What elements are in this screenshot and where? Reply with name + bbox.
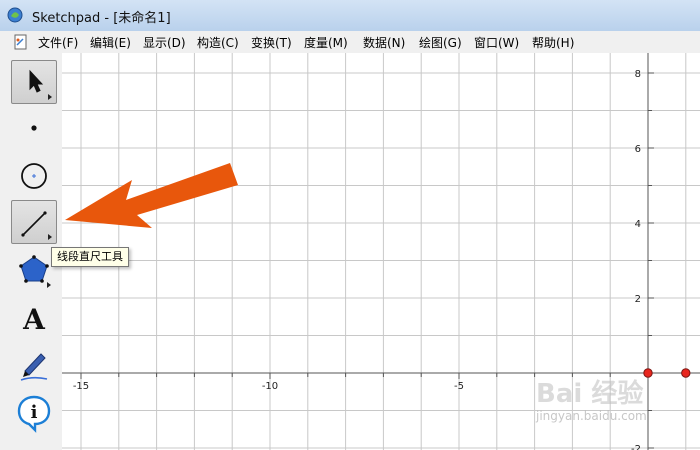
arrow-select-tool[interactable] <box>11 60 57 104</box>
tool-tooltip: 线段直尺工具 <box>51 247 129 267</box>
text-tool[interactable]: A <box>11 296 57 340</box>
compass-tool[interactable] <box>11 153 57 197</box>
x-tick-label: -15 <box>73 381 89 392</box>
y-tick-label: 4 <box>635 219 641 230</box>
marker-tool[interactable] <box>11 343 57 387</box>
menu-transform[interactable]: 变换(T) <box>251 34 292 51</box>
letter-a-icon: A <box>22 303 46 336</box>
menu-data[interactable]: 数据(N) <box>363 34 405 51</box>
information-tool[interactable]: i <box>11 390 57 434</box>
svg-text:A: A <box>22 303 46 336</box>
title-bar: Sketchpad - [未命名1] <box>0 0 700 32</box>
annotation-arrow <box>65 163 238 228</box>
document-icon[interactable] <box>13 34 29 50</box>
sketchpad-app-icon <box>7 7 23 23</box>
arrow-cursor-icon <box>29 69 52 100</box>
pen-icon <box>20 353 48 381</box>
y-tick-label: -2 <box>631 444 641 450</box>
y-tick-label: 2 <box>635 294 641 305</box>
segment-icon <box>21 211 52 240</box>
menu-bar: 文件(F) 编辑(E) 显示(D) 构造(C) 变换(T) 度量(M) 数据(N… <box>0 31 700 54</box>
watermark-logo: Bai 经验 <box>536 379 644 409</box>
menu-window[interactable]: 窗口(W) <box>474 34 519 51</box>
info-icon: i <box>17 395 51 433</box>
svg-text:i: i <box>31 402 38 423</box>
straightedge-tool[interactable] <box>11 200 57 244</box>
point-tool[interactable] <box>11 106 57 150</box>
circle-icon <box>21 163 47 189</box>
point-icon <box>31 125 37 131</box>
menu-display[interactable]: 显示(D) <box>143 34 186 51</box>
menu-edit[interactable]: 编辑(E) <box>90 34 131 51</box>
menu-construct[interactable]: 构造(C) <box>197 34 239 51</box>
y-tick-label: 6 <box>635 144 641 155</box>
watermark-url: jingyan.baidu.com <box>536 409 647 423</box>
x-tick-label: -5 <box>454 381 464 392</box>
baidu-watermark: Bai 经验 jingyan.baidu.com <box>536 373 676 433</box>
menu-graph[interactable]: 绘图(G) <box>419 34 462 51</box>
window-title: Sketchpad - [未命名1] <box>32 11 171 26</box>
y-tick-label: 8 <box>635 69 641 80</box>
x-tick-label: -10 <box>262 381 278 392</box>
menu-file[interactable]: 文件(F) <box>38 34 78 51</box>
menu-help[interactable]: 帮助(H) <box>532 34 574 51</box>
unit-point[interactable] <box>681 368 691 378</box>
menu-measure[interactable]: 度量(M) <box>304 34 348 51</box>
